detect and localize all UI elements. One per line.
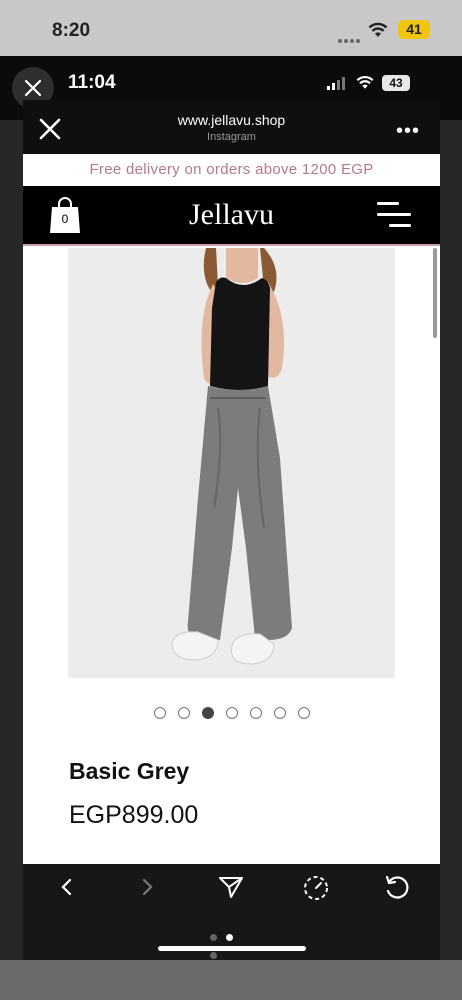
side-shade-right bbox=[440, 120, 462, 960]
page-indicator bbox=[210, 928, 256, 959]
forward-arrow-icon[interactable] bbox=[138, 874, 158, 900]
promo-banner: Free delivery on orders above 1200 EGP bbox=[23, 154, 440, 186]
product-image[interactable] bbox=[68, 248, 395, 678]
browser-header: www.jellavu.shop Instagram ••• bbox=[23, 100, 440, 154]
page-dot bbox=[226, 934, 233, 941]
inner-time: 11:04 bbox=[68, 72, 116, 93]
close-icon bbox=[24, 79, 42, 97]
cellular-dots-icon bbox=[338, 30, 362, 43]
gallery-dot[interactable] bbox=[249, 707, 262, 719]
share-icon[interactable] bbox=[217, 874, 245, 900]
browser-source: Instagram bbox=[207, 131, 256, 143]
wifi-icon bbox=[356, 76, 374, 89]
wifi-icon bbox=[368, 22, 388, 37]
gallery-dot[interactable] bbox=[273, 707, 286, 719]
home-indicator[interactable] bbox=[158, 946, 306, 951]
model-photo bbox=[68, 248, 395, 678]
battery-indicator: 43 bbox=[382, 75, 410, 91]
refresh-icon[interactable] bbox=[383, 874, 411, 902]
web-page: Free delivery on orders above 1200 EGP 0… bbox=[23, 154, 440, 864]
signal-icon bbox=[327, 77, 345, 90]
gallery-dot[interactable] bbox=[297, 707, 310, 719]
menu-icon-bar bbox=[377, 213, 411, 216]
side-shade-left bbox=[0, 120, 23, 960]
battery-indicator: 41 bbox=[398, 20, 430, 39]
back-arrow-icon[interactable] bbox=[56, 874, 76, 900]
gallery-pagination bbox=[23, 706, 440, 720]
site-header: 0 Jellavu bbox=[23, 186, 440, 246]
timer-icon[interactable] bbox=[302, 874, 330, 902]
more-options-button[interactable]: ••• bbox=[396, 120, 420, 143]
gallery-dot[interactable] bbox=[153, 707, 166, 719]
page-dot bbox=[210, 952, 217, 959]
menu-icon-bar bbox=[389, 224, 411, 227]
outer-time: 8:20 bbox=[52, 20, 91, 41]
scrollbar[interactable] bbox=[433, 248, 437, 338]
gallery-dot[interactable] bbox=[225, 707, 238, 719]
browser-toolbar bbox=[23, 864, 440, 960]
menu-icon bbox=[377, 202, 399, 205]
page-dot bbox=[210, 934, 217, 941]
browser-url: www.jellavu.shop bbox=[177, 112, 286, 128]
outer-status-bar: 8:20 41 bbox=[0, 0, 462, 56]
menu-button[interactable] bbox=[377, 200, 411, 230]
bottom-band bbox=[0, 960, 462, 1000]
product-price: EGP899.00 bbox=[69, 801, 199, 829]
product-name: Basic Grey bbox=[69, 758, 190, 784]
gallery-dot[interactable] bbox=[177, 707, 190, 719]
gallery-dot[interactable] bbox=[201, 707, 214, 719]
